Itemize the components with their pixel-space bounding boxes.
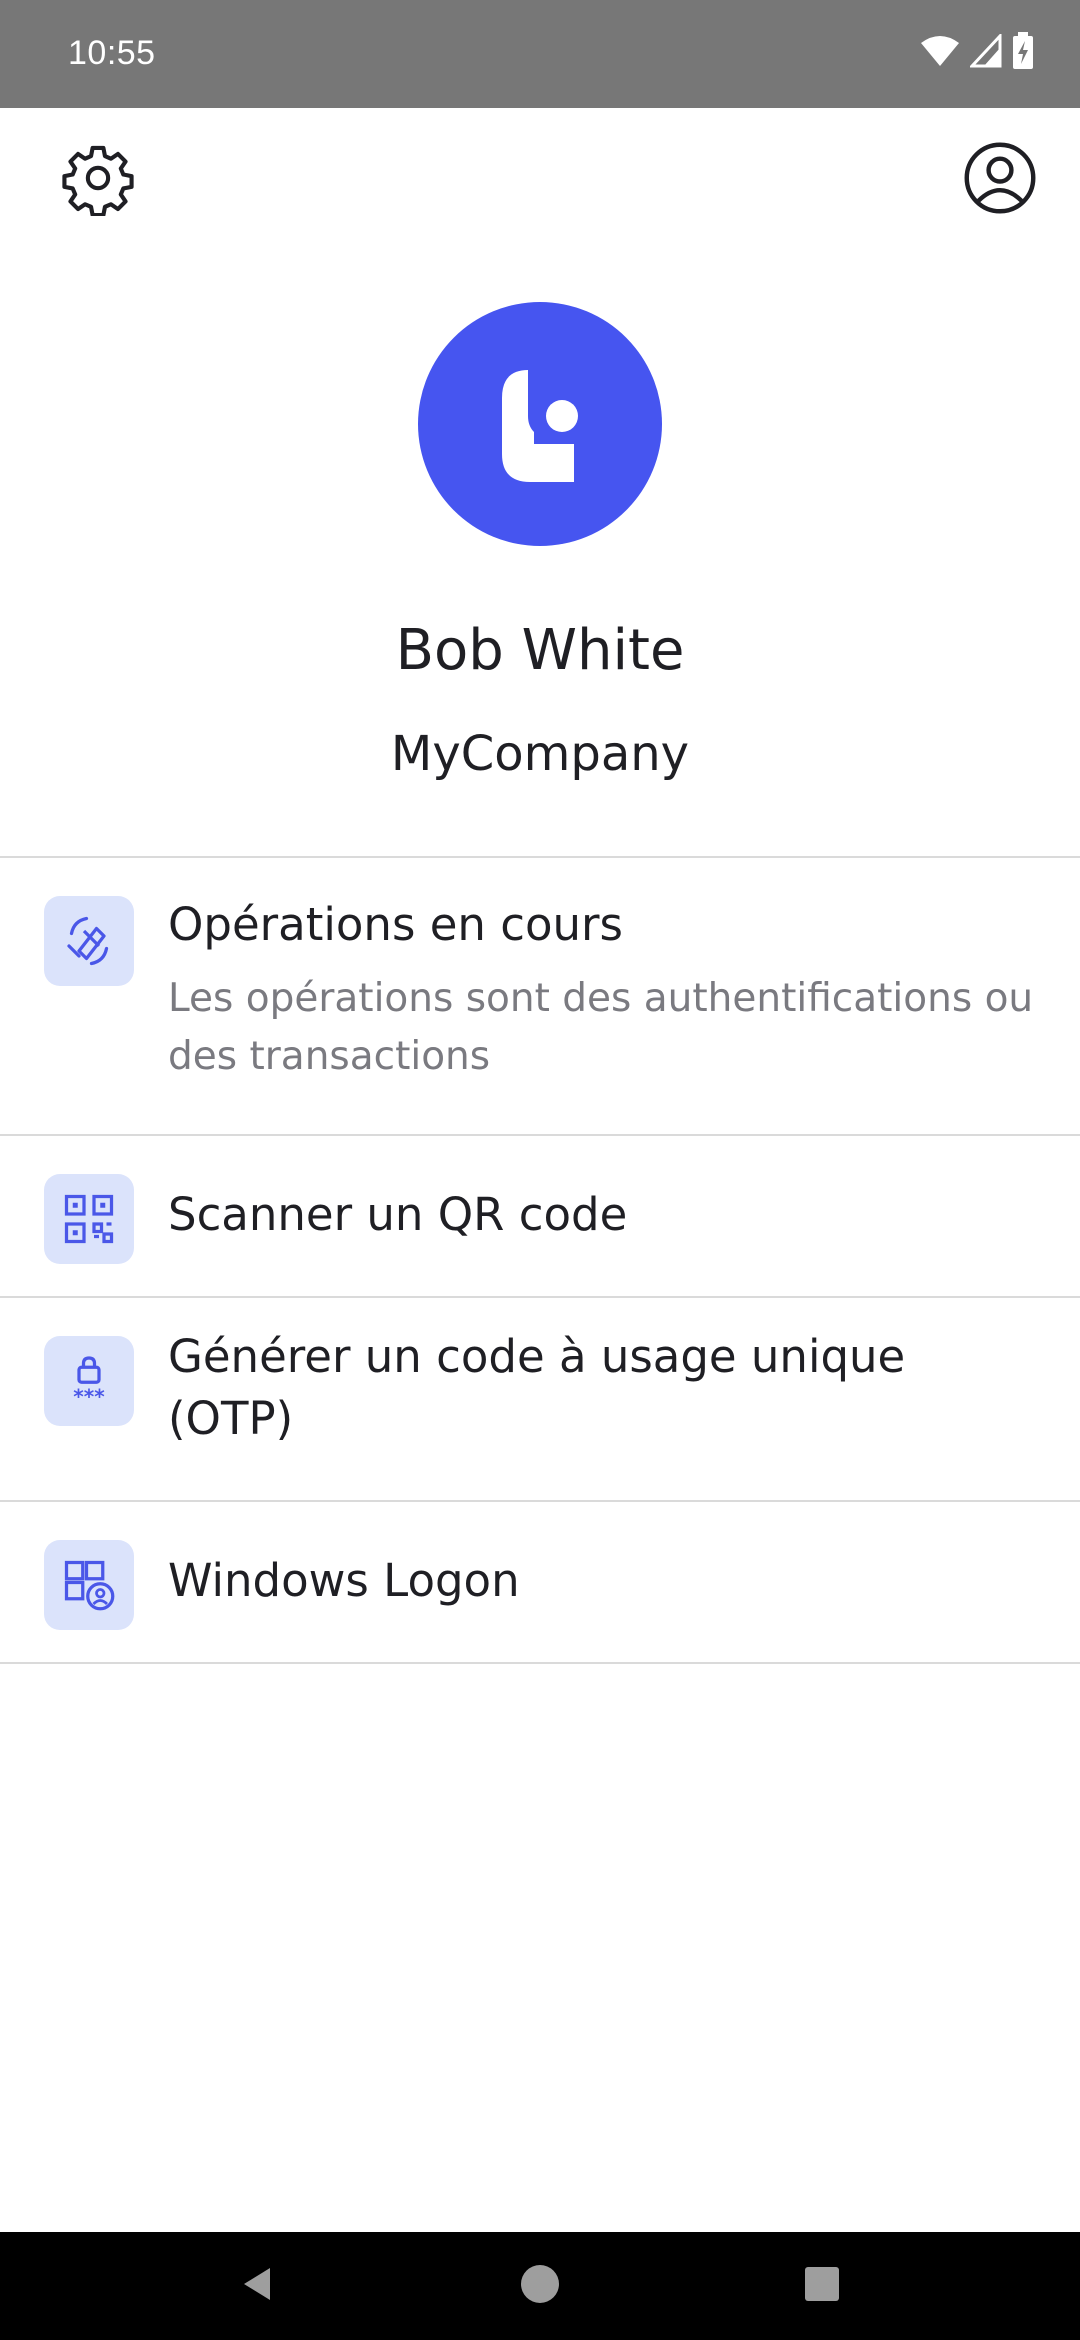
menu-item-title: Opérations en cours: [168, 898, 623, 951]
top-app-bar: [0, 108, 1080, 252]
status-time: 10:55: [68, 34, 156, 72]
profile-name: Bob White: [395, 618, 685, 683]
menu-item-title: Windows Logon: [168, 1554, 520, 1607]
windows-logon-icon: [44, 1540, 134, 1630]
menu-item-operations[interactable]: Opérations en cours Les opérations sont …: [0, 858, 1080, 1136]
account-circle-icon: [962, 140, 1038, 220]
menu-item-windows-logon[interactable]: Windows Logon: [0, 1502, 1080, 1664]
app-screen: 10:55 Bob White MyCompany Opérations en …: [0, 0, 1080, 2340]
status-icons: [920, 32, 1034, 74]
account-button[interactable]: [952, 132, 1048, 228]
status-bar: 10:55: [0, 0, 1080, 108]
menu-item-scan-qr-text: Scanner un QR code: [168, 1184, 1040, 1246]
action-menu: Opérations en cours Les opérations sont …: [0, 856, 1080, 1664]
menu-item-generate-otp[interactable]: *** Générer un code à usage unique (OTP): [0, 1298, 1080, 1502]
menu-item-title: Générer un code à usage unique (OTP): [168, 1330, 906, 1445]
system-nav-bar: [0, 2232, 1080, 2340]
cell-signal-icon: [968, 32, 1002, 72]
nav-home-button[interactable]: [512, 2258, 568, 2314]
menu-item-subtitle: Les opérations sont des authentification…: [168, 976, 1034, 1079]
profile-company: MyCompany: [390, 726, 690, 782]
recent-apps-icon: [804, 2266, 840, 2306]
home-icon: [519, 2263, 561, 2309]
operations-icon: [44, 896, 134, 986]
qr-code-icon: [44, 1174, 134, 1264]
back-icon: [238, 2264, 278, 2308]
gear-icon: [60, 140, 136, 220]
brand-logo-icon: [490, 362, 590, 486]
svg-text:***: ***: [73, 1385, 105, 1409]
battery-charging-icon: [1012, 32, 1034, 74]
menu-item-windows-logon-text: Windows Logon: [168, 1550, 1040, 1612]
menu-item-operations-text: Opérations en cours Les opérations sont …: [168, 894, 1040, 1086]
nav-recent-apps-button[interactable]: [794, 2258, 850, 2314]
menu-item-scan-qr[interactable]: Scanner un QR code: [0, 1136, 1080, 1298]
nav-back-button[interactable]: [230, 2258, 286, 2314]
otp-lock-icon: ***: [44, 1336, 134, 1426]
menu-item-generate-otp-text: Générer un code à usage unique (OTP): [168, 1326, 1040, 1450]
wifi-icon: [920, 34, 960, 72]
menu-item-title: Scanner un QR code: [168, 1188, 628, 1241]
settings-button[interactable]: [50, 132, 146, 228]
brand-logo: [418, 302, 662, 546]
